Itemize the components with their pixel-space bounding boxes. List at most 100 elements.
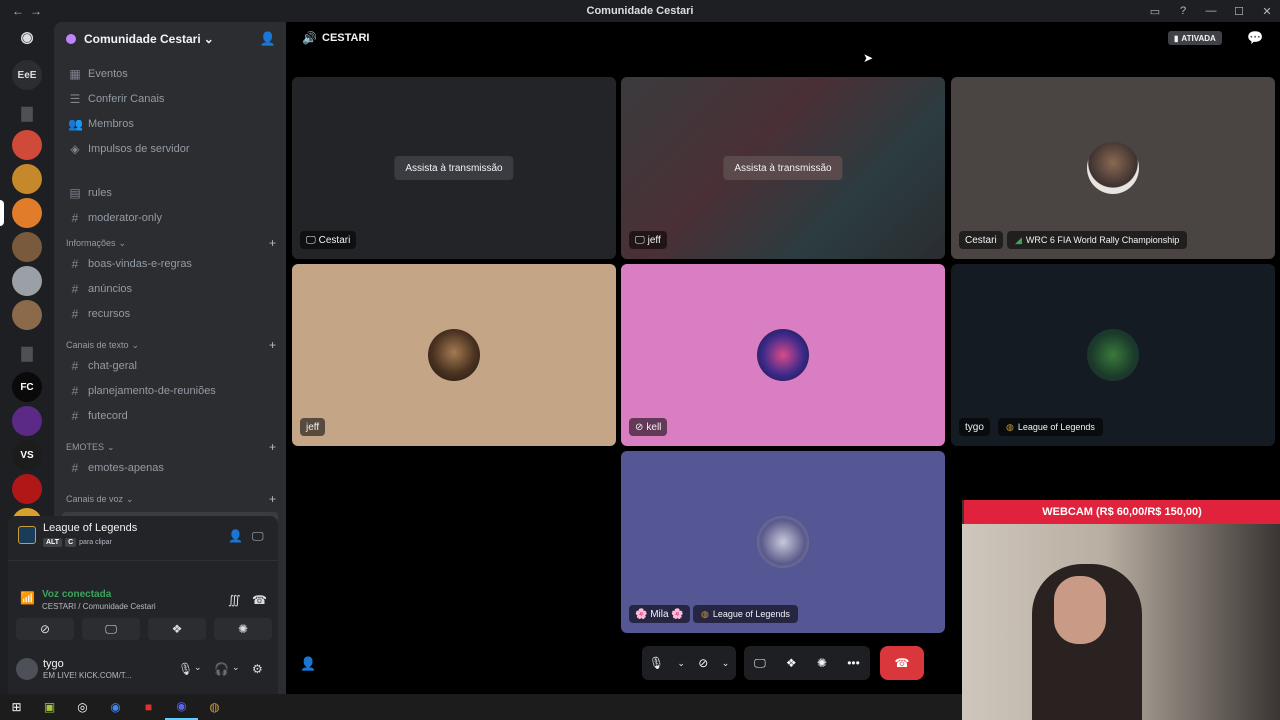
invite-people-icon[interactable]: 👤 (260, 31, 276, 47)
status-badge[interactable]: ▮ ATIVADA (1168, 31, 1222, 45)
participant-name: 🖵 jeff (629, 231, 667, 249)
folder-icon[interactable]: ▇ (12, 338, 42, 368)
channel-item[interactable]: # futecord (62, 405, 278, 427)
channel-item[interactable]: # recursos (62, 303, 278, 325)
server-icon[interactable] (12, 164, 42, 194)
camera-options-chevron-icon[interactable]: ⌄ (722, 658, 730, 669)
help-icon[interactable]: ? (1176, 5, 1190, 17)
category-header[interactable]: Informações ⌄ + (66, 236, 278, 250)
league-of-legends-icon: ◍ (1006, 421, 1014, 432)
create-channel-icon[interactable]: + (269, 492, 276, 506)
guild-name: Comunidade Cestari (84, 32, 201, 46)
activity-bar: League of Legends ALT C para clipar 👤 🖵 (8, 516, 278, 556)
activities-icon[interactable]: ❖ (786, 656, 797, 670)
inbox-icon[interactable]: ▭ (1148, 5, 1162, 18)
hashtag-icon: # (71, 409, 79, 423)
category-header[interactable]: Canais de texto ⌄ + (66, 338, 278, 352)
tile-kell[interactable]: ⊘ kell (621, 264, 945, 446)
voice-connected-subtitle[interactable]: CESTARI / Comunidade Cestari (42, 602, 156, 611)
stream-icon[interactable]: 🖵 (252, 529, 264, 544)
discord-home-icon[interactable]: ◉ (12, 22, 42, 52)
webcam-label: WEBCAM (R$ 60,00/R$ 150,00) (964, 500, 1280, 524)
server-icon[interactable] (12, 266, 42, 296)
server-icon[interactable] (12, 232, 42, 262)
server-icon[interactable]: FC (12, 372, 42, 402)
hashtag-icon: # (71, 282, 79, 296)
folder-icon[interactable]: ▇ (12, 98, 42, 128)
key-alt: ALT (43, 538, 63, 547)
tile-cestari[interactable]: Cestari ◢ WRC 6 FIA World Rally Champions… (951, 77, 1275, 259)
guild-menu-item[interactable]: ☰ Conferir Canais (62, 88, 278, 110)
guild-menu-item[interactable]: ▦ Eventos (62, 63, 278, 85)
channel-item[interactable]: # boas-vindas-e-regras (62, 253, 278, 275)
end-call-button[interactable]: ☎ (880, 646, 924, 680)
headphones-icon[interactable]: 🎧 (214, 662, 229, 676)
server-eee[interactable]: EeE (12, 60, 42, 90)
server-icon[interactable] (12, 300, 42, 330)
discord-taskbar-icon[interactable]: ◉ (165, 694, 198, 720)
disconnect-icon[interactable]: ☎ (252, 593, 267, 607)
screen-share-icon[interactable]: 🖵 (82, 618, 140, 640)
tile-mila[interactable]: 🌸 Mila 🌸 ◍ League of Legends (621, 451, 945, 633)
close-icon[interactable]: ✕ (1260, 5, 1274, 18)
game-launcher-icon[interactable]: ■ (132, 694, 165, 720)
guild-menu-item[interactable]: 👥 Membros (62, 113, 278, 135)
create-channel-icon[interactable]: + (269, 440, 276, 454)
guild-menu-item[interactable]: ◈ Impulsos de servidor (62, 138, 278, 160)
add-people-icon[interactable]: 👤 (300, 656, 316, 672)
channel-item[interactable]: # emotes-apenas (62, 457, 278, 479)
activities-icon[interactable]: ❖ (148, 618, 206, 640)
settings-gear-icon[interactable]: ⚙ (252, 662, 263, 676)
tile-tygo[interactable]: tygo ◍ League of Legends (951, 264, 1275, 446)
maximize-icon[interactable]: ☐ (1232, 5, 1246, 18)
tile-stream-cestari[interactable]: Assista à transmissão 🖵 Cestari (292, 77, 616, 259)
soundboard-icon[interactable]: ✺ (214, 618, 272, 640)
signal-icon[interactable]: 📶 (20, 591, 35, 605)
channel-item[interactable]: # chat-geral (62, 355, 278, 377)
channel-rules[interactable]: ▤ rules (62, 182, 278, 204)
noise-suppression-icon[interactable]: ∭ (228, 593, 241, 607)
mic-options-chevron-icon[interactable]: ⌄ (194, 662, 202, 673)
tile-jeff[interactable]: jeff (292, 264, 616, 446)
watch-stream-button[interactable]: Assista à transmissão (723, 156, 843, 180)
invite-activity-icon[interactable]: 👤 (228, 529, 243, 543)
tile-stream-jeff[interactable]: Assista à transmissão 🖵 jeff (621, 77, 945, 259)
create-channel-icon[interactable]: + (269, 236, 276, 250)
screen-share-icon[interactable]: 🖵 (754, 656, 766, 671)
minimize-icon[interactable]: — (1204, 5, 1218, 17)
microphone-icon[interactable]: 🎙 (649, 656, 664, 670)
server-icon[interactable] (12, 406, 42, 436)
more-options-icon[interactable]: ••• (847, 656, 860, 670)
chrome-icon[interactable]: ◉ (99, 694, 132, 720)
server-icon[interactable] (12, 474, 42, 504)
league-of-legends-taskbar-icon[interactable]: ◍ (198, 694, 231, 720)
category-header[interactable]: EMOTES ⌄ + (66, 440, 278, 454)
watch-stream-button[interactable]: Assista à transmissão (394, 156, 514, 180)
streamer-face (1054, 576, 1106, 644)
mic-options-chevron-icon[interactable]: ⌄ (677, 658, 685, 669)
server-icon[interactable] (12, 130, 42, 160)
camera-off-icon[interactable]: ⊘ (16, 618, 74, 640)
game-icon: ◢ (1015, 234, 1022, 245)
server-icon[interactable] (12, 198, 42, 228)
app-root: ← → Comunidade Cestari ▭ ? — ☐ ✕ ◉ EeE ▇… (0, 0, 1280, 720)
windows-start-icon[interactable]: ⊞ (0, 694, 33, 720)
server-icon[interactable]: VS (12, 440, 42, 470)
chat-bubble-icon[interactable]: 💬 (1247, 30, 1263, 46)
microphone-icon[interactable]: 🎙 (178, 662, 193, 676)
android-studio-icon[interactable]: ▣ (33, 694, 66, 720)
category-header[interactable]: Canais de voz ⌄ + (66, 492, 278, 506)
obs-icon[interactable]: ◎ (66, 694, 99, 720)
audio-options-chevron-icon[interactable]: ⌄ (232, 662, 240, 673)
participant-name: 🌸 Mila 🌸 (629, 605, 690, 623)
call-action-controls: 🖵 ❖ ✺ ••• (744, 646, 870, 680)
avatar[interactable] (16, 658, 38, 680)
channel-item[interactable]: # planejamento-de-reuniões (62, 380, 278, 402)
guild-icon (66, 34, 76, 44)
soundboard-icon[interactable]: ✺ (817, 656, 827, 670)
channel-moderator-only[interactable]: # moderator-only (62, 207, 278, 229)
camera-off-icon[interactable]: ⊘ (698, 656, 708, 670)
create-channel-icon[interactable]: + (269, 338, 276, 352)
channel-item[interactable]: # anúncios (62, 278, 278, 300)
guild-header[interactable]: Comunidade Cestari ⌄ 👤 (54, 22, 286, 56)
